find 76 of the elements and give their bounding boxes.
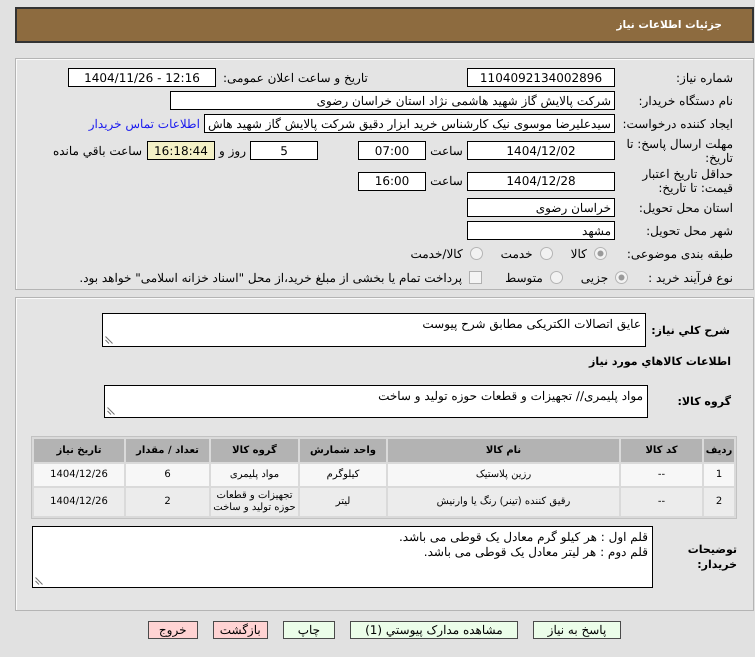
time-field[interactable]: 16:00 xyxy=(358,172,426,190)
field-label: نوع فرآیند خرید : xyxy=(648,270,733,284)
radio-button[interactable] xyxy=(540,247,553,260)
field-label: شماره نیاز: xyxy=(675,70,733,84)
radio-button[interactable] xyxy=(594,247,607,260)
date-time-field[interactable]: 1404/11/26 - 12:16 xyxy=(68,68,216,87)
column-header: ردیف xyxy=(704,439,734,462)
field-label: حداقل تاریخ اعتبار قیمت: تا تاریخ: xyxy=(640,167,733,195)
field-label: ساعت xyxy=(430,174,463,188)
table-cell: تجهیزات و قطعات حوزه تولید و ساخت xyxy=(211,488,298,516)
column-header: گروه کالا xyxy=(211,439,298,462)
table-cell: -- xyxy=(621,464,702,486)
resize-grip-icon[interactable] xyxy=(35,577,43,585)
action-button[interactable]: پاسخ به نیاز xyxy=(532,621,622,639)
description-field[interactable]: عایق اتصالات الکتریکی مطابق شرح پیوست xyxy=(102,313,646,347)
days-field[interactable]: 5 xyxy=(250,141,318,160)
radio-button[interactable] xyxy=(550,271,563,284)
action-button[interactable]: بازگشت xyxy=(212,621,268,639)
table-cell: 1404/12/26 xyxy=(34,488,124,516)
contact-link[interactable]: اطلاعات تماس خریدار xyxy=(88,116,200,130)
checkbox-label: پرداخت تمام یا بخشی از مبلغ خرید،از محل "اسناد خزانه اسلامی" خواهد بود. xyxy=(79,270,462,284)
remaining-time-field[interactable]: 16:18:44 xyxy=(147,141,215,160)
goods-group-field[interactable]: مواد پلیمری// تجهیزات و قطعات حوزه تولید و ساخت xyxy=(104,385,648,418)
field-label: تاریخ و ساعت اعلان عمومی: xyxy=(223,70,368,84)
column-header: واحد شمارش xyxy=(300,439,386,462)
table-cell: 1 xyxy=(704,464,734,486)
buyer-notes-field[interactable]: قلم اول : هر کیلو گرم معادل یک قوطی می باشد. قلم دوم : هر لیتر معادل یک قوطی می باشد. xyxy=(32,526,653,588)
field-label: نام دستگاه خریدار: xyxy=(638,94,733,108)
time-field[interactable]: 07:00 xyxy=(358,141,426,160)
option-label: خدمت xyxy=(500,246,533,260)
table-cell: 6 xyxy=(126,464,209,486)
table-cell: کیلوگرم xyxy=(300,464,386,486)
buyer-name-field[interactable]: شرکت پالایش گاز شهید هاشمی نژاد استان خراسان رضوی xyxy=(170,91,615,110)
table-cell: 1404/12/26 xyxy=(34,464,124,486)
city-field[interactable]: مشهد xyxy=(467,221,615,240)
table-cell: 2 xyxy=(126,488,209,516)
option-label: متوسط xyxy=(505,270,543,284)
field-label: شرح كلي نیاز: xyxy=(651,322,730,338)
field-label: توضیحات خریدار: xyxy=(686,542,737,572)
table-cell: لیتر xyxy=(300,488,386,516)
field-label: شهر محل تحویل: xyxy=(645,224,733,238)
table-cell: 2 xyxy=(704,488,734,516)
field-label: مهلت ارسال پاسخ: تا تاریخ: xyxy=(625,136,733,164)
date-field[interactable]: 1404/12/28 xyxy=(467,172,615,190)
field-label: ایجاد کننده درخواست: xyxy=(621,116,733,130)
field-label: ساعت باقي مانده xyxy=(52,144,142,158)
column-header: تعداد / مقدار xyxy=(126,439,209,462)
resize-grip-icon[interactable] xyxy=(107,407,115,415)
date-field[interactable]: 1404/12/02 xyxy=(467,141,615,160)
province-field[interactable]: خراسان رضوی xyxy=(467,198,615,217)
table-cell: -- xyxy=(621,488,702,516)
field-label: روز و xyxy=(219,144,246,158)
option-label: کالا xyxy=(570,246,587,260)
radio-button[interactable] xyxy=(615,271,628,284)
field-label: گروه کالا: xyxy=(677,394,731,409)
table-cell: مواد پلیمری xyxy=(211,464,298,486)
field-label: استان محل تحویل: xyxy=(638,200,733,214)
table-cell: رقیق کننده (تینر) رنگ یا وارنیش xyxy=(388,488,619,516)
column-header: کد کالا xyxy=(621,439,702,462)
need-number-field[interactable]: 1104092134002896 xyxy=(467,68,615,87)
page-title: جزئیات اطلاعات نیاز xyxy=(616,19,722,31)
action-button[interactable]: خروج xyxy=(148,621,198,639)
checkbox[interactable] xyxy=(469,271,482,284)
resize-grip-icon[interactable] xyxy=(105,336,113,344)
option-label: کالا/خدمت xyxy=(410,246,463,260)
field-label: ساعت xyxy=(430,144,463,158)
column-header: تاریخ نیاز xyxy=(34,439,124,462)
action-button[interactable]: مشاهده مدارک پیوستي (1) xyxy=(350,621,518,639)
field-label: طبقه بندی موضوعی: xyxy=(626,246,733,260)
option-label: جزیی xyxy=(580,270,608,284)
column-header: نام کالا xyxy=(388,439,619,462)
section-title: اطلاعات كالاهاي مورد نیاز xyxy=(589,355,731,369)
requester-field[interactable]: سیدعلیرضا موسوی نیک کارشناس خرید ابزار دقیق شرکت پالایش گاز شهید هاش xyxy=(204,114,615,133)
radio-button[interactable] xyxy=(470,247,483,260)
action-button[interactable]: چاپ xyxy=(282,621,336,639)
table-cell: رزین پلاستیک xyxy=(388,464,619,486)
